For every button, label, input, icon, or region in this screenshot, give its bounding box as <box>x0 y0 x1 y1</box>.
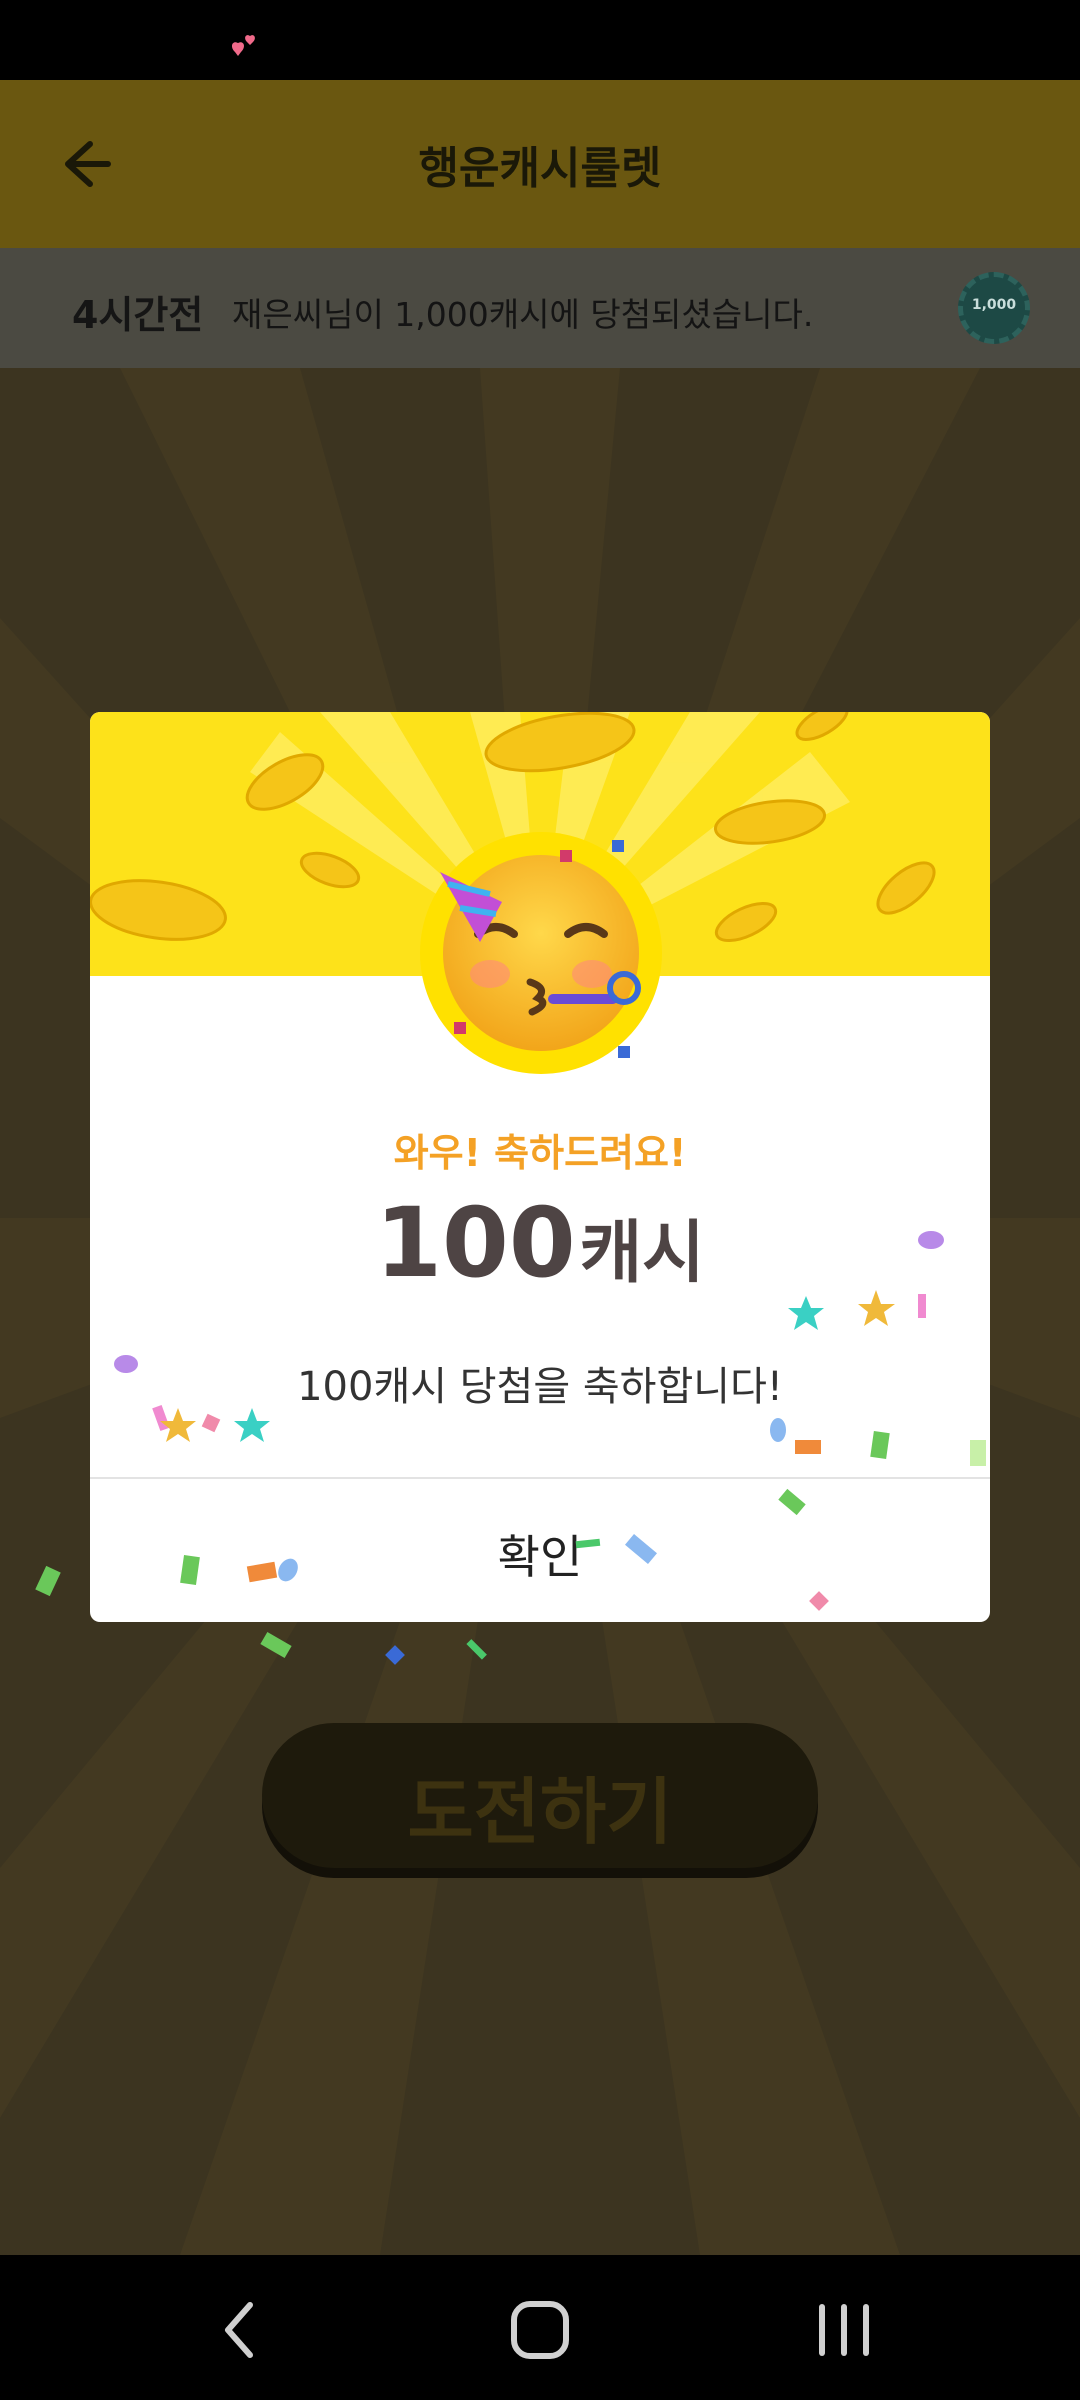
home-square-icon[interactable] <box>500 2295 580 2365</box>
reward-unit: 캐시 <box>579 1214 705 1293</box>
page-title: 행운캐시룰렛 <box>418 143 662 194</box>
hearts-icon <box>231 35 255 56</box>
confirm-label: 확인 <box>497 1530 583 1584</box>
ticker-time: 4시간전 <box>72 293 204 337</box>
emoji-circle <box>420 832 662 1074</box>
coin-chip-icon: 1,000 <box>958 272 1030 344</box>
partying-face-icon <box>440 840 641 1058</box>
dialog-subtitle: 와우! 축하드려요! <box>393 1131 687 1175</box>
challenge-button[interactable]: 도전하기 <box>262 1723 818 1868</box>
recents-icon[interactable] <box>804 2295 884 2365</box>
status-bar <box>0 0 1080 80</box>
ticker-message: 재은씨님이 1,000캐시에 당첨되셨습니다. <box>232 295 814 334</box>
chevron-left-icon[interactable] <box>200 2295 280 2365</box>
dialog-message: 100캐시 당첨을 축하합니다! <box>297 1364 783 1410</box>
app-header: 행운캐시룰렛 <box>0 80 1080 248</box>
confirm-button[interactable]: 확인 <box>90 1479 990 1622</box>
winner-ticker: 4시간전 재은씨님이 1,000캐시에 당첨되셨습니다. <box>0 248 1080 368</box>
system-nav-bar <box>0 2255 1080 2400</box>
reward-number: 100 <box>375 1187 576 1299</box>
chip-label: 1,000 <box>971 297 1017 313</box>
win-dialog: 와우! 축하드려요! 100캐시 100캐시 당첨을 축하합니다! 확인 <box>90 712 990 1622</box>
reward-amount: 100캐시 <box>90 1187 990 1299</box>
challenge-label: 도전하기 <box>407 1770 673 1854</box>
